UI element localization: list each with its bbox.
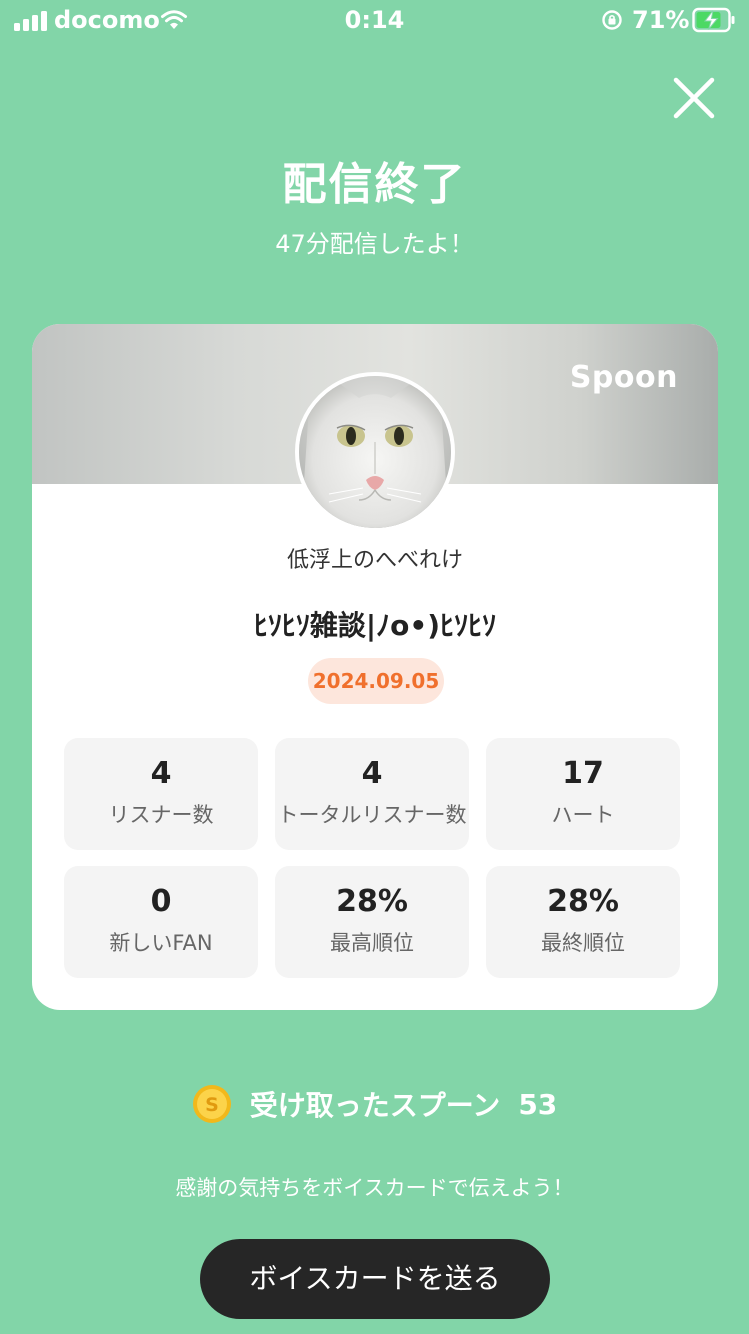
stat-label: リスナー数	[108, 803, 214, 827]
send-voice-card-button[interactable]: ボイスカードを送る	[200, 1239, 550, 1319]
stat-value: 28%	[547, 884, 619, 919]
stat-listeners: 4 リスナー数	[64, 738, 258, 850]
broadcast-summary-card: Spoon 低浮上のへべれけ ﾋｿﾋｿ雑談|ﾉo•)ﾋｿﾋｿ 2024.09.0…	[32, 324, 718, 1010]
broadcast-title: ﾋｿﾋｿ雑談|ﾉo•)ﾋｿﾋｿ	[253, 609, 497, 642]
spoon-coin-icon: S	[192, 1085, 231, 1123]
battery-charging-icon	[692, 7, 735, 33]
page-title: 配信終了	[282, 159, 467, 210]
stat-best-rank: 28% 最高順位	[275, 866, 469, 978]
coin-letter: S	[205, 1094, 219, 1116]
cat-photo	[299, 376, 451, 528]
stat-label: 最高順位	[330, 931, 414, 955]
stats-grid: 4 リスナー数 4 トータルリスナー数 17 ハート 0 新しいFAN 28% …	[64, 738, 680, 978]
received-spoons-count: 53	[518, 1087, 558, 1121]
stat-final-rank: 28% 最終順位	[486, 866, 680, 978]
rotation-lock-icon	[602, 10, 622, 30]
stat-label: 最終順位	[541, 931, 625, 955]
stat-label: ハート	[551, 803, 615, 827]
spoon-logo: Spoon	[569, 360, 678, 395]
host-username: 低浮上のへべれけ	[286, 548, 463, 573]
stat-value: 4	[150, 756, 172, 791]
broadcast-date-badge: 2024.09.05	[308, 658, 444, 704]
stat-value: 28%	[336, 884, 408, 919]
stat-label: 新しいFAN	[109, 931, 213, 955]
stat-value: 4	[361, 756, 383, 791]
received-spoons-label: 受け取ったスプーン	[249, 1089, 501, 1122]
close-button[interactable]	[670, 74, 718, 122]
stat-label: トータルリスナー数	[277, 803, 467, 827]
stat-new-fans: 0 新しいFAN	[64, 866, 258, 978]
broadcast-duration: 47分配信したよ！	[275, 230, 474, 258]
thanks-message: 感謝の気持ちをボイスカードで伝えよう！	[175, 1176, 574, 1200]
stat-hearts: 17 ハート	[486, 738, 680, 850]
stat-value: 0	[150, 884, 172, 919]
battery-percent: 71%	[632, 6, 690, 34]
stat-value: 17	[562, 756, 604, 791]
avatar	[295, 372, 455, 532]
stat-total-listeners: 4 トータルリスナー数	[275, 738, 469, 850]
status-bar: docomo 0:14 71%	[0, 0, 749, 40]
received-spoons-row: S 受け取ったスプーン 53	[0, 1082, 749, 1126]
